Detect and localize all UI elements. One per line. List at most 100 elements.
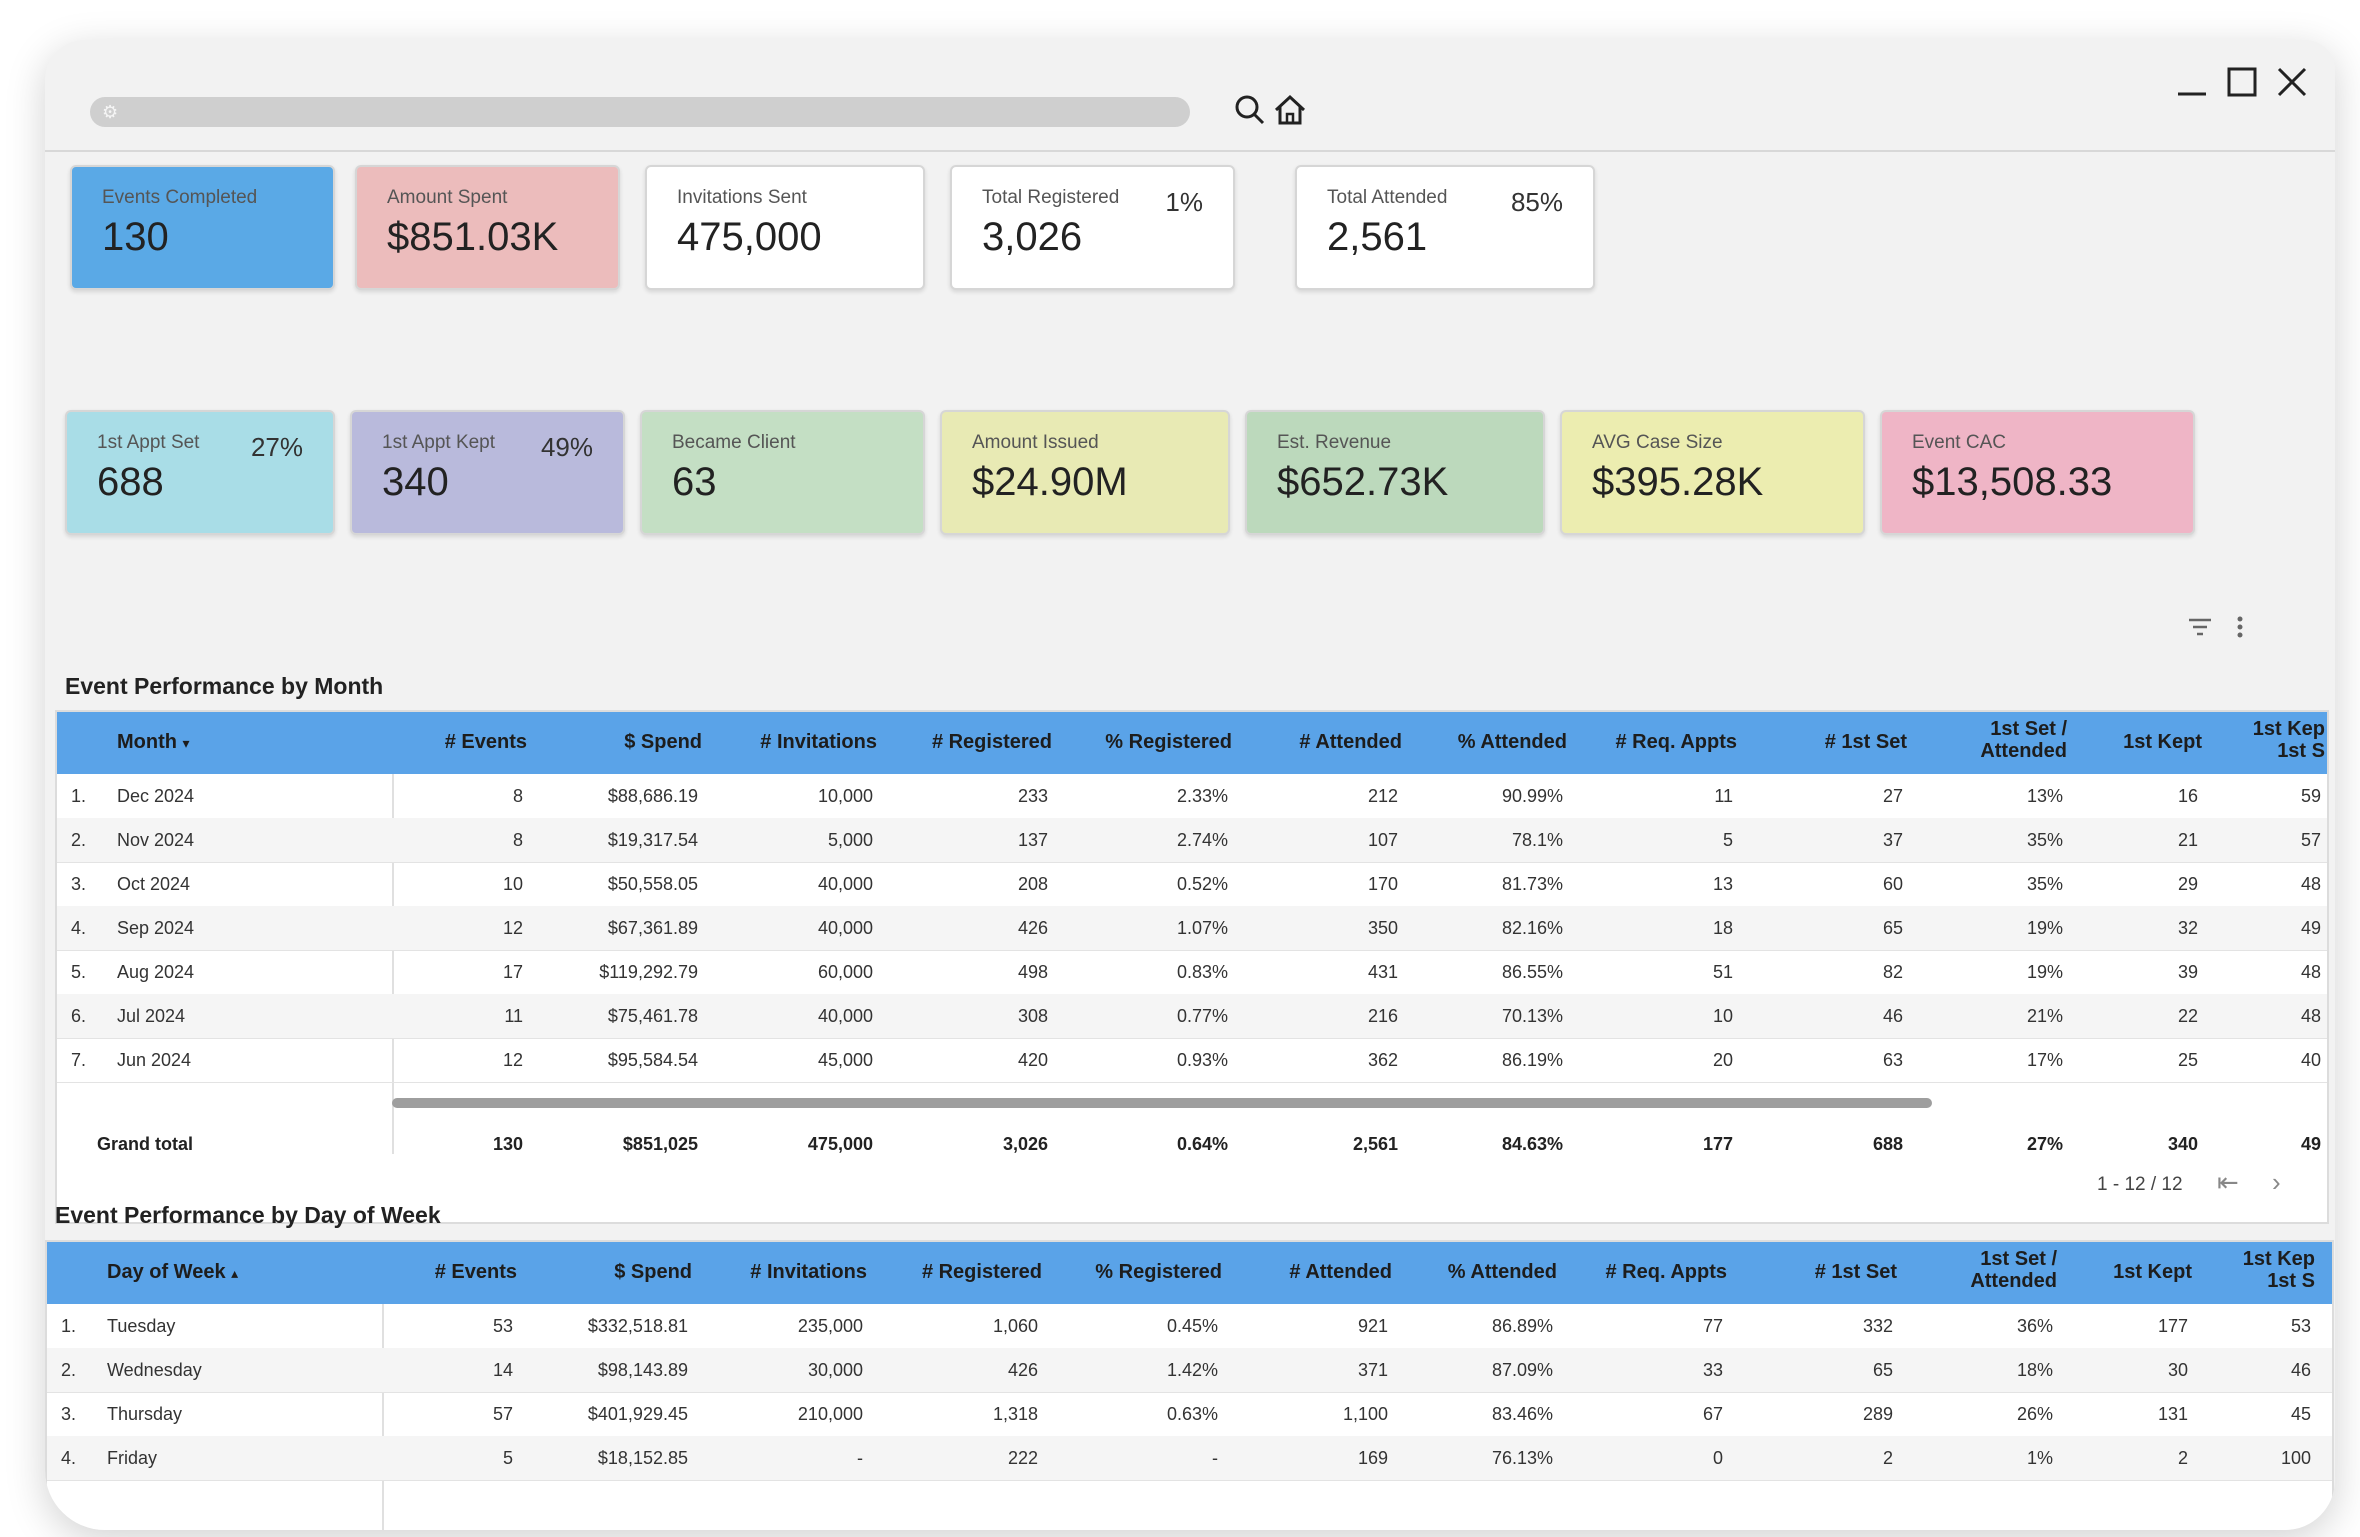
- column-header[interactable]: 1st Kept: [2113, 1261, 2192, 1283]
- column-header[interactable]: % Registered: [1105, 731, 1232, 753]
- column-header[interactable]: # Events: [435, 1261, 517, 1283]
- table-header: Day of Week ▴ # Events $ Spend # Invitatio…: [47, 1242, 2332, 1304]
- table-row[interactable]: 2. Nov 2024 8 $19,317.54 5,000 137 2.74% 107 78.…: [57, 818, 2327, 863]
- column-header[interactable]: % Attended: [1458, 731, 1567, 753]
- table-cell: 32: [2177, 918, 2198, 938]
- column-header[interactable]: 1st Kep 1st S: [2253, 718, 2325, 762]
- kpi-total-attended: Total Attended 2,561 85%: [1295, 165, 1595, 290]
- table-cell: $98,143.89: [597, 1360, 688, 1380]
- kpi-value: $851.03K: [387, 215, 559, 259]
- total-cell: 2,561: [1352, 1134, 1398, 1154]
- table-cell: 289: [1862, 1404, 1893, 1424]
- table-cell: 76.13%: [1491, 1448, 1553, 1468]
- column-header-label: % Attended: [1447, 1261, 1557, 1283]
- more-options-icon[interactable]: [2230, 612, 2250, 642]
- column-header-label: $ Spend: [614, 1261, 692, 1283]
- column-header[interactable]: # Invitations: [760, 731, 877, 753]
- column-header[interactable]: # Registered: [922, 1261, 1042, 1283]
- column-header[interactable]: % Registered: [1095, 1261, 1222, 1283]
- table-cell: 19%: [2026, 962, 2063, 982]
- table-cell: 14: [492, 1360, 513, 1380]
- column-header[interactable]: % Attended: [1448, 1261, 1557, 1283]
- table-cell: 40,000: [817, 1006, 873, 1026]
- table-row[interactable]: 7. Jun 2024 12 $95,584.54 45,000 420 0.93% 362 8…: [57, 1038, 2327, 1083]
- table-cell: 12: [502, 918, 523, 938]
- column-header[interactable]: # 1st Set: [1815, 1261, 1897, 1283]
- column-header[interactable]: # Req. Appts: [1606, 1261, 1728, 1283]
- column-header[interactable]: # 1st Set: [1825, 731, 1907, 753]
- table-row[interactable]: 6. Jul 2024 11 $75,461.78 40,000 308 0.77% 216 7…: [57, 994, 2327, 1039]
- table-row[interactable]: 2. Wednesday 14 $98,143.89 30,000 426 1.42% 371…: [47, 1348, 2332, 1393]
- table-cell: 21%: [2026, 1006, 2063, 1026]
- table-row[interactable]: 4. Friday 5 $18,152.85 - 222 - 169 76.13% 0 2 1% 2 10…: [47, 1436, 2332, 1481]
- page-prev-icon[interactable]: ⇤: [2217, 1167, 2239, 1198]
- kpi-amount-issued: Amount Issued $24.90M: [940, 410, 1230, 535]
- close-icon[interactable]: [2270, 60, 2314, 104]
- column-header[interactable]: 1st Kept: [2123, 731, 2202, 753]
- table-row[interactable]: 3. Oct 2024 10 $50,558.05 40,000 208 0.52% 170 8…: [57, 862, 2327, 907]
- row-label: Aug 2024: [117, 962, 195, 982]
- home-icon[interactable]: [1270, 90, 1310, 130]
- site-settings-icon[interactable]: ⚙: [102, 102, 118, 123]
- kpi-value: 3,026: [982, 215, 1083, 259]
- sort-column-header[interactable]: Day of Week ▴: [107, 1261, 238, 1284]
- row-index: 7.: [71, 1050, 87, 1070]
- kpi-became-client: Became Client 63: [640, 410, 925, 535]
- column-header[interactable]: $ Spend: [614, 1261, 692, 1283]
- table-cell: 19%: [2026, 918, 2063, 938]
- column-header[interactable]: # Registered: [932, 731, 1052, 753]
- column-header-label: # 1st Set: [1814, 1261, 1897, 1283]
- minimize-icon[interactable]: [2170, 60, 2214, 104]
- table-row[interactable]: 4. Sep 2024 12 $67,361.89 40,000 426 1.07% 350 8…: [57, 906, 2327, 951]
- kpi-amount-spent: Amount Spent $851.03K: [355, 165, 620, 290]
- column-header[interactable]: # Attended: [1289, 1261, 1392, 1283]
- column-header[interactable]: 1st Set / Attended: [1970, 1248, 2057, 1292]
- kpi-event-cac: Event CAC $13,508.33: [1880, 410, 2195, 535]
- table-cell: 0.63%: [1166, 1404, 1218, 1424]
- column-header-label: 1st Kept: [2113, 1261, 2192, 1283]
- column-header-label: # Attended: [1299, 731, 1402, 753]
- total-cell: 3,026: [1002, 1134, 1048, 1154]
- table-cell: 137: [1017, 830, 1048, 850]
- column-header[interactable]: # Req. Appts: [1616, 731, 1738, 753]
- table-cell: 77: [1702, 1316, 1723, 1336]
- search-icon[interactable]: [1230, 90, 1270, 130]
- table-cell: 1,060: [992, 1316, 1038, 1336]
- table-cell: 20: [1712, 1050, 1733, 1070]
- month-performance-table: Month ▾ # Events $ Spend # Invitations # Re…: [55, 710, 2329, 1224]
- column-header[interactable]: # Invitations: [750, 1261, 867, 1283]
- table-row[interactable]: 5. Aug 2024 17 $119,292.79 60,000 498 0.83% 431…: [57, 950, 2327, 995]
- table-cell: 1%: [2026, 1448, 2053, 1468]
- table-cell: 87.09%: [1491, 1360, 1553, 1380]
- column-header[interactable]: # Events: [445, 731, 527, 753]
- table-cell: 45: [2290, 1404, 2311, 1424]
- table-cell: 59: [2300, 786, 2321, 806]
- total-cell: 130: [492, 1134, 523, 1154]
- row-index: 5.: [71, 962, 87, 982]
- table-row[interactable]: 3. Thursday 57 $401,929.45 210,000 1,318 0.63%…: [47, 1392, 2332, 1437]
- table-cell: 10: [1712, 1006, 1733, 1026]
- page-next-icon[interactable]: ›: [2272, 1167, 2281, 1198]
- table-row[interactable]: 1. Tuesday 53 $332,518.81 235,000 1,060 0.45% 9…: [47, 1304, 2332, 1349]
- table-cell: 222: [1007, 1448, 1038, 1468]
- table-cell: 420: [1017, 1050, 1048, 1070]
- table-cell: 0.77%: [1176, 1006, 1228, 1026]
- kpi-value: $13,508.33: [1912, 460, 2113, 504]
- table-cell: 17%: [2026, 1050, 2063, 1070]
- table-cell: $401,929.45: [587, 1404, 688, 1424]
- kpi-percent: 85%: [1510, 187, 1563, 217]
- address-bar[interactable]: ⚙: [90, 97, 1190, 127]
- column-header[interactable]: # Attended: [1299, 731, 1402, 753]
- column-header[interactable]: $ Spend: [624, 731, 702, 753]
- grand-total-row: Grand total 130 $851,025 475,000 3,026 0.64% 2…: [57, 1122, 2327, 1166]
- horizontal-scrollbar[interactable]: [392, 1098, 1932, 1108]
- column-header[interactable]: 1st Kep 1st S: [2243, 1248, 2315, 1292]
- row-index: 1.: [71, 786, 87, 806]
- filter-icon[interactable]: [2185, 612, 2215, 642]
- table-row[interactable]: 1. Dec 2024 8 $88,686.19 10,000 233 2.33% 212 90…: [57, 774, 2327, 819]
- sort-column-header[interactable]: Month ▾: [117, 731, 190, 754]
- column-header-label: 1st S: [2277, 740, 2325, 762]
- maximize-icon[interactable]: [2220, 60, 2264, 104]
- column-header[interactable]: 1st Set / Attended: [1980, 718, 2067, 762]
- kpi-label: Events Completed: [102, 187, 258, 208]
